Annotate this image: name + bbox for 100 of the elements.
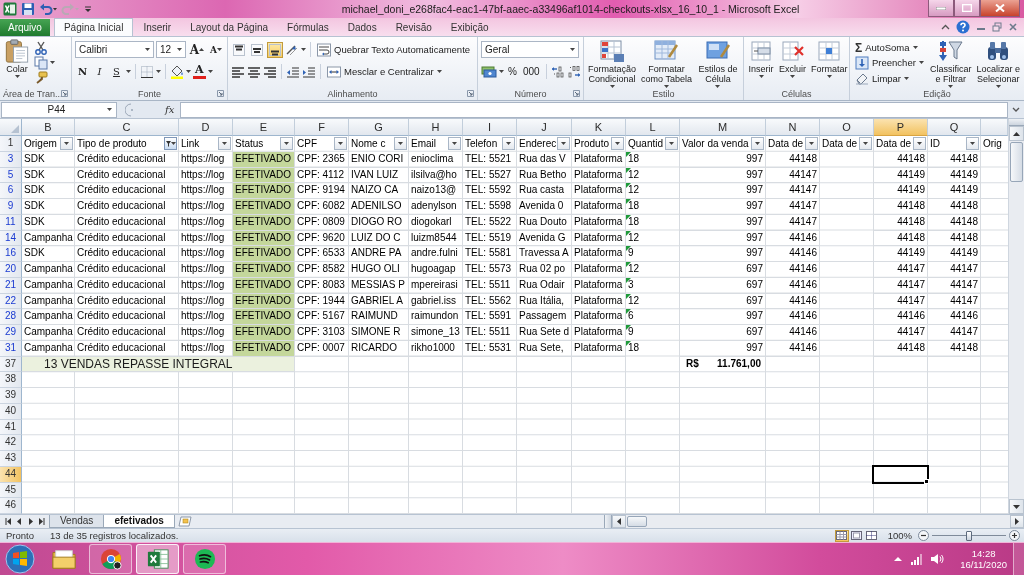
insert-sheet-icon[interactable] — [177, 516, 192, 527]
zoom-slider-thumb[interactable] — [966, 530, 972, 541]
autosum-button[interactable]: Σ AutoSoma — [853, 40, 926, 56]
formula-input-field[interactable] — [180, 101, 1008, 118]
filter-button[interactable] — [502, 137, 515, 151]
ribbon-tab[interactable]: Revisão — [386, 19, 441, 36]
page-layout-view-button[interactable] — [849, 529, 864, 542]
taskbar-button[interactable] — [183, 544, 226, 574]
row-header[interactable]: 43 — [0, 451, 22, 467]
error-triangle-icon[interactable] — [626, 199, 631, 204]
cell-styles-button[interactable]: Estilos de Célula — [695, 39, 740, 87]
resize-handle-icon[interactable] — [125, 102, 135, 117]
column-header[interactable]: D — [179, 119, 233, 136]
filter-button[interactable] — [859, 137, 872, 151]
taskbar-button[interactable] — [89, 544, 132, 574]
filter-button[interactable] — [966, 137, 979, 151]
format-as-table-button[interactable]: Formatar como Tabela — [640, 39, 693, 87]
column-header[interactable]: I — [463, 119, 517, 136]
row-header[interactable]: 9 — [0, 199, 22, 215]
borders-icon[interactable] — [140, 64, 154, 79]
zoom-in-icon[interactable] — [1009, 530, 1020, 541]
maximize-button[interactable] — [954, 0, 980, 17]
row-header[interactable]: 46 — [0, 498, 22, 514]
font-color-button[interactable]: A — [193, 64, 206, 79]
italic-button[interactable]: I — [92, 63, 107, 80]
dialog-launcher-icon[interactable] — [467, 90, 474, 97]
filter-button[interactable] — [448, 137, 461, 151]
scissors-icon[interactable] — [34, 40, 48, 55]
caret-icon[interactable] — [207, 70, 213, 73]
sheet-tab[interactable]: efetivados — [103, 515, 175, 528]
row-header[interactable]: 39 — [0, 388, 22, 404]
caret-icon[interactable] — [499, 70, 504, 73]
column-header[interactable]: J — [517, 119, 572, 136]
collapse-ribbon-icon[interactable] — [941, 24, 950, 30]
window-close-icon[interactable] — [1008, 22, 1018, 32]
error-triangle-icon[interactable] — [626, 309, 631, 315]
next-sheet-icon[interactable] — [27, 518, 34, 525]
taskbar-button[interactable] — [136, 544, 179, 574]
minimize-button[interactable] — [928, 0, 954, 17]
dialog-launcher-icon[interactable] — [217, 90, 224, 97]
column-header[interactable]: M — [680, 119, 766, 136]
signal-bars-icon[interactable] — [910, 553, 925, 565]
align-left-icon[interactable] — [231, 64, 245, 79]
filter-button[interactable] — [164, 137, 177, 151]
format-painter-icon[interactable] — [34, 71, 48, 86]
filter-button[interactable] — [665, 137, 678, 151]
filter-button[interactable] — [218, 137, 231, 151]
align-middle-button[interactable] — [249, 41, 265, 58]
help-icon[interactable] — [956, 20, 970, 34]
ribbon-tab[interactable]: Layout da Página — [181, 19, 278, 36]
thousands-separator-button[interactable]: 000 — [520, 63, 542, 80]
filter-button[interactable] — [280, 137, 293, 151]
scroll-left-button[interactable] — [612, 515, 626, 528]
decrease-indent-icon[interactable] — [286, 64, 300, 79]
fill-button[interactable]: Preencher — [853, 55, 926, 71]
close-button[interactable] — [980, 0, 1020, 17]
column-header[interactable]: P — [874, 119, 928, 136]
align-center-icon[interactable] — [247, 64, 261, 79]
caret-icon[interactable] — [126, 70, 131, 73]
speaker-icon[interactable] — [930, 553, 945, 565]
grow-font-button[interactable]: A — [187, 41, 206, 58]
ribbon-tab[interactable]: Exibição — [441, 19, 498, 36]
column-header[interactable]: C — [75, 119, 179, 136]
column-header[interactable]: L — [626, 119, 680, 136]
shrink-font-button[interactable]: A — [208, 41, 224, 58]
column-header[interactable]: G — [349, 119, 409, 136]
insert-cells-button[interactable]: Inserir — [747, 39, 775, 87]
percent-button[interactable]: % — [506, 63, 519, 80]
filter-button[interactable] — [805, 137, 818, 151]
zoom-out-icon[interactable] — [918, 530, 929, 541]
align-top-button[interactable] — [231, 41, 247, 58]
ribbon-tab[interactable]: Dados — [338, 19, 386, 36]
row-header[interactable]: 1 — [0, 136, 22, 152]
ribbon-tab[interactable]: Fórmulas — [278, 19, 338, 36]
dialog-launcher-icon[interactable] — [573, 90, 580, 97]
sheet-tab[interactable]: Vendas — [49, 515, 105, 528]
underline-button[interactable]: S — [109, 63, 124, 80]
merge-center-button[interactable]: Mesclar e Centralizar — [325, 63, 444, 80]
page-break-view-button[interactable] — [864, 529, 879, 542]
align-right-icon[interactable] — [263, 64, 277, 79]
caret-icon[interactable] — [50, 61, 55, 65]
ribbon-tab[interactable]: Página Inicial — [53, 18, 134, 36]
filter-button[interactable] — [394, 137, 407, 151]
previous-sheet-icon[interactable] — [16, 518, 23, 525]
increase-indent-icon[interactable] — [302, 64, 316, 79]
fill-handle[interactable] — [924, 478, 929, 484]
scroll-right-button[interactable] — [1010, 515, 1024, 528]
increase-decimal-icon[interactable] — [550, 64, 565, 79]
currency-icon[interactable] — [481, 64, 497, 79]
clear-button[interactable]: Limpar — [853, 70, 926, 86]
filter-button[interactable] — [557, 137, 570, 151]
align-bottom-button[interactable] — [267, 41, 283, 58]
undo-icon[interactable] — [39, 2, 57, 16]
sort-filter-button[interactable]: Classificar e Filtrar — [928, 39, 973, 87]
format-cells-button[interactable]: Formatar — [810, 39, 849, 87]
row-header[interactable]: 29 — [0, 325, 22, 341]
caret-icon[interactable] — [186, 70, 191, 73]
name-box[interactable]: P44 — [1, 101, 117, 118]
column-header[interactable]: H — [409, 119, 463, 136]
first-sheet-icon[interactable] — [5, 518, 12, 525]
